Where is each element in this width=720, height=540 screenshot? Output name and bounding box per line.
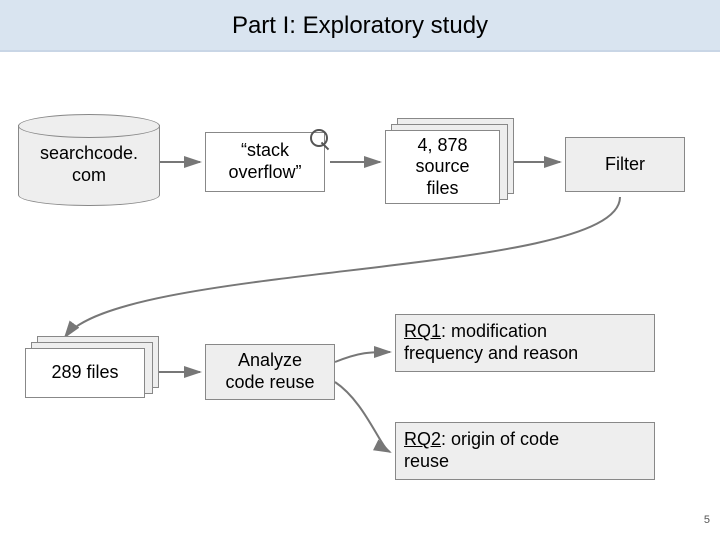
search-term-box: “stack overflow”	[205, 132, 325, 192]
slide-title: Part I: Exploratory study	[0, 0, 720, 52]
files-289-box: 289 files	[25, 348, 145, 398]
source-files-box: 4, 878 source files	[385, 130, 500, 204]
title-text: Part I: Exploratory study	[232, 12, 488, 39]
magnifier-icon	[310, 129, 332, 151]
cylinder-top-icon	[18, 114, 160, 138]
database-searchcode: searchcode. com	[18, 114, 158, 204]
analyze-box: Analyze code reuse	[205, 344, 335, 400]
rq1-text: RQ1: modification frequency and reason	[404, 321, 578, 364]
rq2-box: RQ2: origin of code reuse	[395, 422, 655, 480]
filter-text: Filter	[605, 154, 645, 176]
rq2-text: RQ2: origin of code reuse	[404, 429, 559, 472]
analyze-text: Analyze code reuse	[225, 350, 314, 393]
diagram-stage: searchcode. com “stack overflow” 4, 878 …	[0, 52, 720, 532]
database-text: searchcode. com	[40, 143, 138, 186]
rq1-box: RQ1: modification frequency and reason	[395, 314, 655, 372]
source-files-text: 4, 878 source files	[415, 135, 469, 200]
source-files-stack: 4, 878 source files	[385, 130, 500, 204]
page-number: 5	[704, 514, 710, 526]
search-term-text: “stack overflow”	[228, 140, 301, 183]
files-289-text: 289 files	[51, 362, 118, 384]
page-number-text: 5	[704, 514, 710, 526]
files-289-stack: 289 files	[25, 348, 145, 398]
filter-box: Filter	[565, 137, 685, 192]
